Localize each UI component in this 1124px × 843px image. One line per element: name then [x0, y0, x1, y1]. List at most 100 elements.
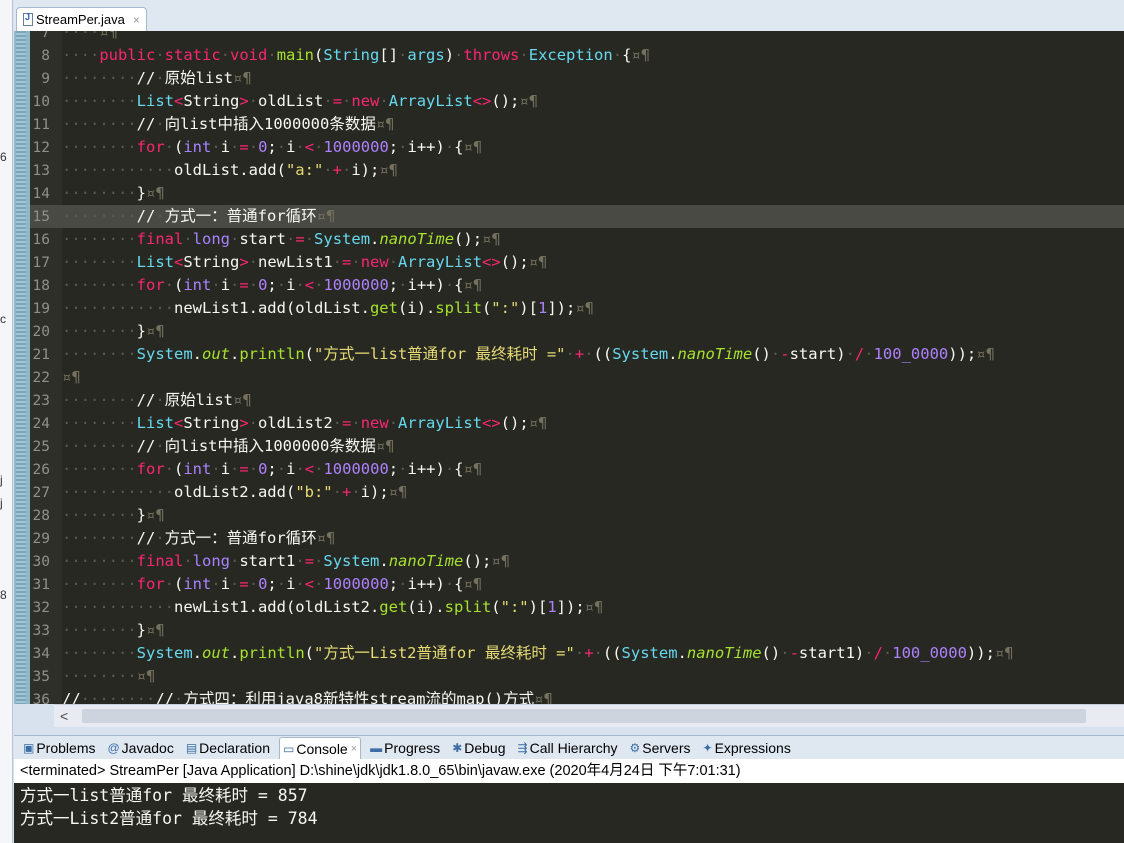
code-line[interactable]: 35 ········¤¶ — [30, 665, 1124, 688]
code-line[interactable]: 9 ········//·原始list¤¶ — [30, 67, 1124, 90]
code-token: start) — [789, 345, 846, 363]
code-token: 1000000 — [323, 138, 389, 156]
tab-call-hierarchy[interactable]: ⇶ Call Hierarchy — [515, 737, 621, 759]
code-token: · — [323, 161, 333, 179]
code-line[interactable]: 27 ············oldList2.add("b:"·+·i);¤¶ — [30, 481, 1124, 504]
code-line[interactable]: 14 ········}¤¶ — [30, 182, 1124, 205]
tab-progress[interactable]: ▬ Progress — [367, 737, 443, 759]
code-token: (); — [491, 92, 520, 110]
code-line[interactable]: 16 ········final·long·start·=·System.nano… — [30, 228, 1124, 251]
code-line[interactable]: 13 ············oldList.add("a:"·+·i);¤¶ — [30, 159, 1124, 182]
code-token: 方式一：普通for循环 — [164, 529, 317, 547]
scroll-left-arrow-icon[interactable]: < — [60, 708, 68, 724]
code-token: List — [136, 414, 174, 432]
line-number: 7 — [41, 31, 50, 41]
code-token: ( — [304, 644, 315, 662]
code-line[interactable]: 10 ········List<String>·oldList·=·new·Arr… — [30, 90, 1124, 113]
tab-declaration[interactable]: ▤ Declaration — [183, 737, 273, 759]
code-token: · — [351, 414, 361, 432]
tab-javadoc[interactable]: @ Javadoc — [104, 737, 176, 759]
code-line[interactable]: 24 ········List<String>·oldList2·=·new·Ar… — [30, 412, 1124, 435]
code-token: ········ — [62, 460, 137, 478]
console-output[interactable]: 方式一list普通for 最终耗时 = 857 方式一List2普通for 最终… — [14, 783, 1124, 843]
code-token: < — [173, 253, 184, 271]
tab-label: Expressions — [714, 740, 791, 756]
code-token: ········ — [62, 276, 137, 294]
code-token: final — [136, 230, 184, 248]
left-view-strip: 6 c j j 8 — [0, 0, 13, 843]
code-token: · — [584, 345, 594, 363]
code-token: ············ — [62, 483, 174, 501]
code-token: args — [407, 46, 445, 64]
code-line[interactable]: 33 ········}¤¶ — [30, 619, 1124, 642]
close-icon[interactable]: × — [133, 13, 140, 27]
code-line[interactable]: 21 ········System.out.println("方式一list普通f… — [30, 343, 1124, 366]
code-line[interactable]: 26 ········for·(int·i·=·0;·i·<·1000000;·i… — [30, 458, 1124, 481]
code-token: · — [379, 92, 389, 110]
code-token: i — [220, 138, 231, 156]
code-line[interactable]: 12 ········for·(int·i·=·0;·i·<·1000000;·i… — [30, 136, 1124, 159]
code-token: get — [369, 299, 398, 317]
code-token: System — [136, 345, 193, 363]
code-token: = — [239, 276, 249, 294]
code-editor[interactable]: 7 ····¤¶ 8 ····public·static·void·main(Stri… — [14, 31, 1124, 704]
line-number: 22 — [32, 370, 50, 386]
code-line[interactable]: 20 ········}¤¶ — [30, 320, 1124, 343]
editor-tab-streamper[interactable]: StreamPer.java × — [16, 7, 147, 31]
code-token: int — [183, 138, 212, 156]
code-line[interactable]: 28 ········}¤¶ — [30, 504, 1124, 527]
code-token: 0 — [258, 138, 268, 156]
code-line[interactable]: 34 ········System.out.println("方式一List2普通… — [30, 642, 1124, 665]
tab-debug[interactable]: ✱ Debug — [449, 737, 508, 759]
code-token: < — [304, 138, 315, 156]
tab-problems[interactable]: ▣ Problems — [20, 737, 98, 759]
code-line[interactable]: 30 ········final·long·start1·=·System.nan… — [30, 550, 1124, 573]
code-line[interactable]: 8 ····public·static·void·main(String[]·ar… — [30, 44, 1124, 67]
line-number: 19 — [32, 301, 50, 317]
code-token: // — [136, 69, 156, 87]
code-token: for — [136, 460, 165, 478]
code-line[interactable]: 19 ············newList1.add(oldList.get(i… — [30, 297, 1124, 320]
code-token: . — [677, 644, 687, 662]
code-token: System — [612, 345, 669, 363]
code-line[interactable]: 25 ········//·向list中插入1000000条数据¤¶ — [30, 435, 1124, 458]
code-token: i); — [351, 161, 380, 179]
code-token: . — [192, 644, 202, 662]
code-line[interactable]: 18 ········for·(int·i·=·0;·i·<·1000000;·i… — [30, 274, 1124, 297]
javadoc-icon: @ — [107, 741, 120, 755]
tab-console[interactable]: ▭ Console × — [279, 736, 362, 760]
code-token: ":" — [491, 299, 520, 317]
horizontal-scrollbar[interactable]: < — [54, 704, 1124, 727]
close-icon[interactable]: × — [351, 743, 357, 755]
code-token: ; — [388, 460, 399, 478]
code-token: · — [341, 161, 352, 179]
code-token: oldList — [258, 92, 324, 110]
code-token: { — [454, 138, 464, 156]
code-line[interactable]: 23 ········//·原始list¤¶ — [30, 389, 1124, 412]
code-line[interactable]: 32 ············newList1.add(oldList2.get(… — [30, 596, 1124, 619]
code-token: · — [155, 207, 165, 225]
code-line[interactable]: 29 ········//·方式一：普通for循环¤¶ — [30, 527, 1124, 550]
code-line[interactable]: 31 ········for·(int·i·=·0;·i·<·1000000;·i… — [30, 573, 1124, 596]
code-token: new — [360, 414, 389, 432]
tab-label: Servers — [642, 740, 691, 756]
code-token: System — [314, 230, 371, 248]
scrollbar-thumb[interactable] — [82, 709, 1086, 723]
code-line[interactable]: 11 ········//·向list中插入1000000条数据¤¶ — [30, 113, 1124, 136]
tab-expressions[interactable]: ✦ Expressions — [700, 737, 794, 759]
line-number: 13 — [32, 163, 50, 179]
console-status-header: <terminated> StreamPer [Java Application… — [14, 759, 1124, 783]
code-token: · — [248, 253, 259, 271]
code-token: . — [668, 345, 678, 363]
code-line[interactable]: 22 ¤¶ — [30, 366, 1124, 389]
code-token: · — [230, 138, 240, 156]
code-token: · — [155, 69, 165, 87]
code-line[interactable]: 36//········//·方式四：利用java8新特性stream流的map… — [30, 688, 1124, 704]
tab-servers[interactable]: ⚙ Servers — [627, 737, 694, 759]
code-line[interactable]: 7 ····¤¶ — [30, 31, 1124, 44]
code-token: · — [845, 345, 855, 363]
code-token: · — [295, 460, 305, 478]
code-token: · — [164, 276, 174, 294]
code-line[interactable]: 15 ········//·方式一：普通for循环¤¶ — [30, 205, 1124, 228]
code-line[interactable]: 17 ········List<String>·newList1·=·new·Ar… — [30, 251, 1124, 274]
